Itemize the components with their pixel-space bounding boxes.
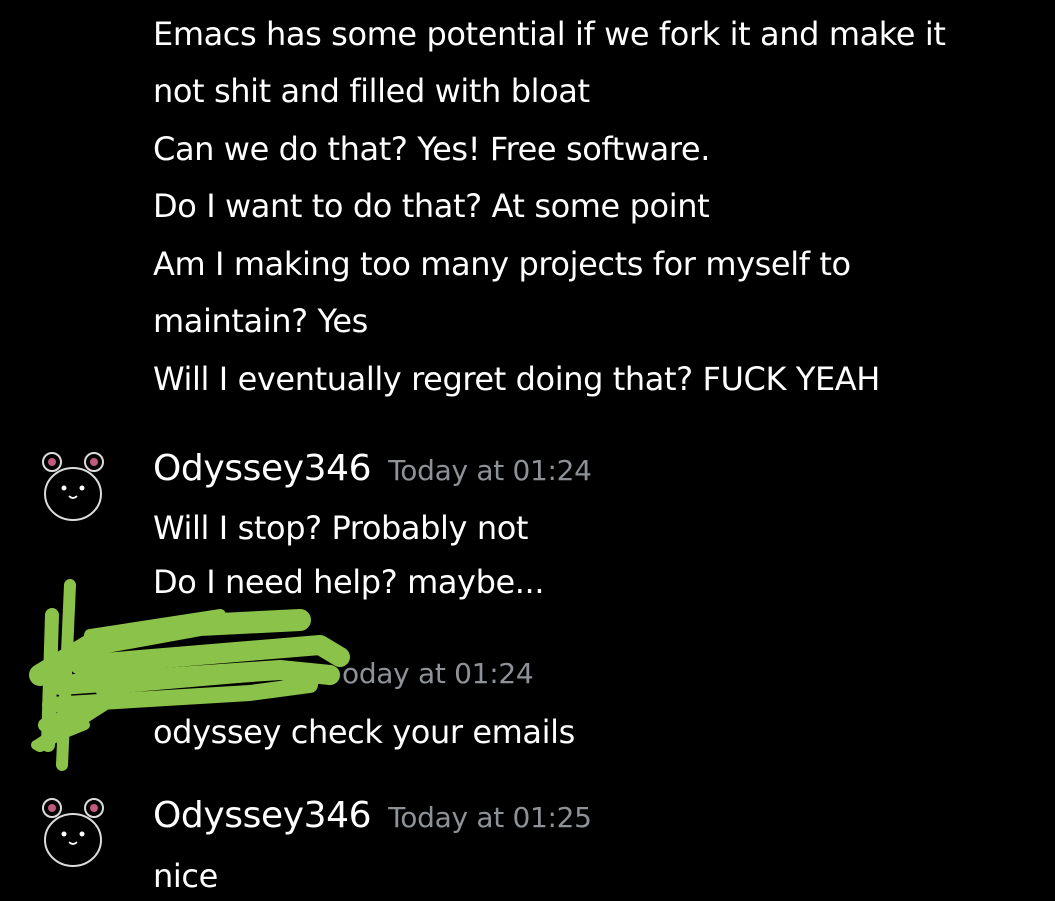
username[interactable]: Odyssey346 [153,448,372,489]
message-text-line: nice [153,857,218,895]
message-text-line: maintain? Yes [153,302,368,340]
message-text-line: not shit and filled with bloat [153,72,590,110]
message-text-line: Emacs has some potential if we fork it a… [153,15,946,53]
message-text-line: Do I want to do that? At some point [153,187,710,225]
redaction-scribble [29,579,350,771]
username[interactable]: Odyssey346 [153,795,372,836]
timestamp: Today at 01:25 [388,801,592,834]
message-text-line: Can we do that? Yes! Free software. [153,130,710,168]
hamster-avatar-icon[interactable] [34,790,118,874]
message-header: Odyssey346 Today at 01:24 [153,447,592,497]
message-header: Odyssey346 Today at 01:25 [153,794,592,844]
message-text-line: Will I eventually regret doing that? FUC… [153,360,880,398]
timestamp: Today at 01:24 [388,454,592,487]
chat-message-list: Emacs has some potential if we fork it a… [0,0,1055,901]
hamster-avatar-icon[interactable] [34,444,118,528]
message-text-line: Am I making too many projects for myself… [153,245,851,283]
message-text-line: Will I stop? Probably not [153,509,529,547]
